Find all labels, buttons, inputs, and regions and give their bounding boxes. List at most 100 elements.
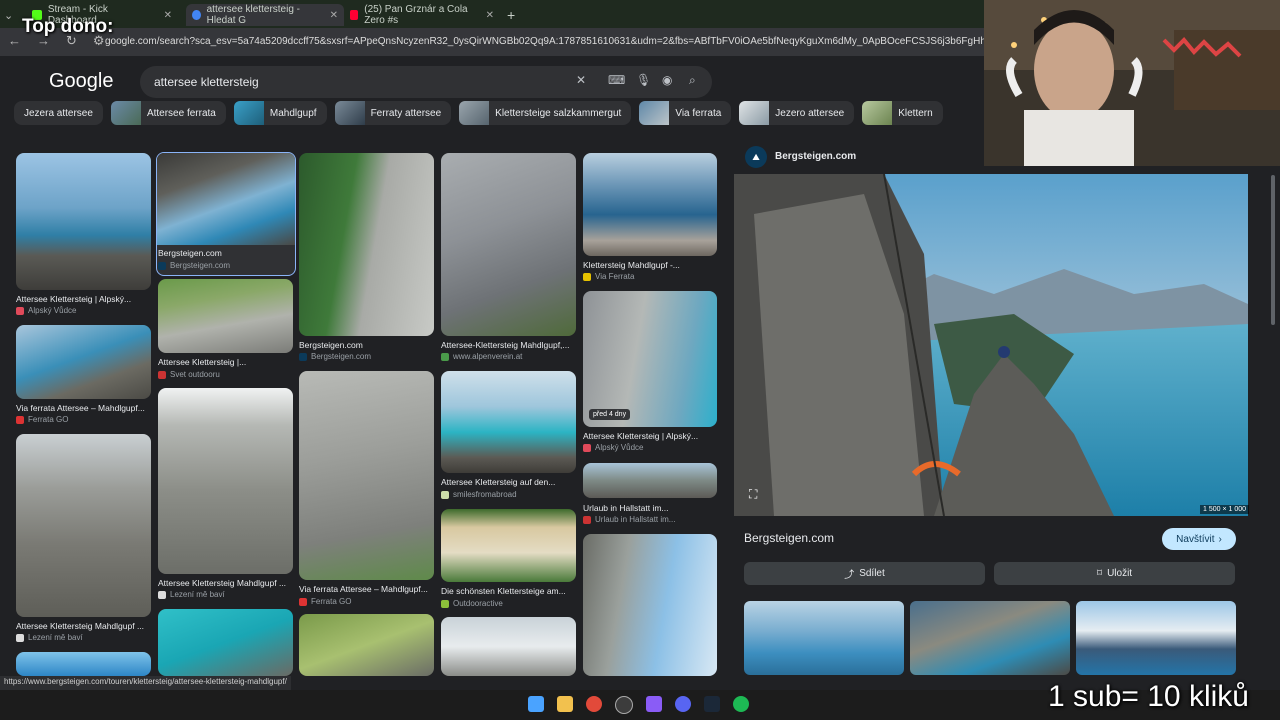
result-caption[interactable]: Bergsteigen.com <box>158 248 292 258</box>
result-caption[interactable]: Urlaub in Hallstatt im... <box>583 503 717 513</box>
source-favicon-icon <box>158 590 166 599</box>
share-label: Sdílet <box>859 568 885 579</box>
obs-icon[interactable] <box>615 696 633 714</box>
google-logo[interactable]: Google <box>49 70 114 93</box>
result-caption[interactable]: Attersee Klettersteig Mahdlgupf ... <box>158 578 293 588</box>
chip[interactable]: Mahdlgupf <box>233 101 327 125</box>
source-label: www.alpenverein.at <box>453 352 523 361</box>
result-image[interactable] <box>16 434 151 617</box>
search-input[interactable]: attersee klettersteig <box>154 75 259 89</box>
tab-google-search[interactable]: attersee klettersteig - Hledat G ✕ <box>186 4 344 26</box>
result-image[interactable] <box>441 617 576 676</box>
result-source[interactable]: Ferrata GO <box>299 597 351 606</box>
result-caption[interactable]: Attersee Klettersteig | Alpský... <box>16 294 151 304</box>
discord-icon[interactable] <box>675 696 691 712</box>
chip[interactable]: Jezero attersee <box>739 101 855 125</box>
new-tab-plus-icon[interactable]: + <box>507 4 515 26</box>
result-caption[interactable]: Attersee Klettersteig Mahdlgupf ... <box>16 621 151 631</box>
chrome-icon[interactable] <box>586 696 602 712</box>
result-source[interactable]: Svet outdooru <box>158 370 220 379</box>
related-image[interactable] <box>1076 601 1236 675</box>
camera-lens-icon[interactable]: ◉ <box>662 73 672 87</box>
result-image[interactable] <box>583 534 717 676</box>
result-image[interactable]: před 4 dny <box>583 291 717 427</box>
site-logo-icon[interactable]: ⛰ <box>745 146 767 168</box>
source-favicon-icon <box>158 261 166 270</box>
result-source[interactable]: www.alpenverein.at <box>441 352 522 361</box>
source-favicon-icon <box>441 599 449 608</box>
result-image[interactable] <box>16 652 151 676</box>
result-source[interactable]: Via Ferrata <box>583 272 634 281</box>
panel-title[interactable]: Bergsteigen.com <box>744 531 834 545</box>
chip[interactable]: Ferraty attersee <box>334 101 452 125</box>
source-label: Bergsteigen.com <box>170 261 231 270</box>
result-source[interactable]: Bergsteigen.com <box>158 261 230 270</box>
related-image[interactable] <box>910 601 1070 675</box>
tab-search-chevron-icon[interactable]: ⌄ <box>4 4 13 26</box>
chip[interactable]: Klettersteige salzkammergut <box>459 101 632 125</box>
visit-button[interactable]: Navštívit › <box>1162 528 1236 550</box>
result-caption[interactable]: Klettersteig Mahdlgupf -... <box>583 260 717 270</box>
close-icon[interactable]: ✕ <box>486 10 494 21</box>
preview-image[interactable] <box>734 174 1248 516</box>
close-icon[interactable]: ✕ <box>164 10 172 21</box>
tab-youtube[interactable]: (25) Pan Grznár a Cola Zero #s ✕ <box>350 4 494 26</box>
keyboard-icon[interactable]: ⌨ <box>608 73 625 87</box>
lens-icon[interactable]: ⛶ <box>749 487 757 502</box>
result-image[interactable] <box>158 388 293 574</box>
result-source[interactable]: Ferrata GO <box>16 415 68 424</box>
result-image[interactable] <box>441 509 576 582</box>
result-image[interactable] <box>158 279 293 353</box>
result-source[interactable]: Outdooractive <box>441 599 503 608</box>
result-caption[interactable]: Bergsteigen.com <box>299 340 434 350</box>
result-image[interactable] <box>583 153 717 256</box>
result-caption[interactable]: Attersee-Klettersteig Mahdlgupf,... <box>441 340 576 350</box>
result-caption[interactable]: Via ferrata Attersee – Mahdlgupf... <box>299 584 434 594</box>
related-image[interactable] <box>744 601 904 675</box>
chip-label: Attersee ferrata <box>146 107 216 119</box>
share-button[interactable]: ⤴ Sdílet <box>744 562 985 585</box>
result-image[interactable] <box>158 609 293 676</box>
spotify-icon[interactable] <box>733 696 749 712</box>
result-source[interactable]: smilesfromabroad <box>441 490 517 499</box>
result-source[interactable]: Alpský Vůdce <box>583 443 643 452</box>
result-image[interactable] <box>16 153 151 290</box>
source-label: Lezení mě baví <box>170 590 225 599</box>
back-arrow-icon[interactable]: ← <box>8 33 21 49</box>
source-label: Via Ferrata <box>595 272 635 281</box>
windows-start-icon[interactable] <box>528 696 544 712</box>
microphone-icon[interactable]: 🎙 <box>636 73 651 87</box>
result-image[interactable] <box>299 614 434 676</box>
result-source[interactable]: Lezení mě baví <box>16 633 83 642</box>
result-image[interactable] <box>583 463 717 498</box>
result-caption[interactable]: Die schönsten Klettersteige am... <box>441 586 576 596</box>
result-caption[interactable]: Attersee Klettersteig auf den... <box>441 477 576 487</box>
search-icon[interactable]: ⌕ <box>689 73 696 88</box>
steam-icon[interactable] <box>704 696 720 712</box>
result-source[interactable]: Alpský Vůdce <box>16 306 76 315</box>
twitch-icon[interactable] <box>646 696 662 712</box>
result-image[interactable] <box>441 371 576 473</box>
result-image[interactable] <box>299 153 434 336</box>
clear-icon[interactable]: ✕ <box>576 73 586 87</box>
result-image[interactable] <box>441 153 576 336</box>
result-image[interactable] <box>299 371 434 580</box>
chip[interactable]: Klettern <box>862 101 943 125</box>
result-image[interactable] <box>16 325 151 399</box>
result-image[interactable] <box>157 153 295 245</box>
panel-scrollbar[interactable] <box>1271 175 1275 325</box>
result-source[interactable]: Urlaub in Hallstatt im... <box>583 515 675 524</box>
url-field[interactable]: google.com/search?sca_esv=5a74a5209dccff… <box>105 36 985 47</box>
panel-site-name[interactable]: Bergsteigen.com <box>775 151 856 162</box>
result-caption[interactable]: Attersee Klettersteig | Alpský... <box>583 431 717 441</box>
result-caption[interactable]: Attersee Klettersteig |... <box>158 357 293 367</box>
result-source[interactable]: Bergsteigen.com <box>299 352 371 361</box>
result-caption[interactable]: Via ferrata Attersee – Mahdlgupf... <box>16 403 151 413</box>
save-button[interactable]: ⌑ Uložit <box>994 562 1235 585</box>
file-explorer-icon[interactable] <box>557 696 573 712</box>
result-source[interactable]: Lezení mě baví <box>158 590 225 599</box>
chip[interactable]: Via ferrata <box>639 101 732 125</box>
chip[interactable]: Attersee ferrata <box>110 101 226 125</box>
close-icon[interactable]: ✕ <box>330 10 338 21</box>
chip[interactable]: Jezera attersee <box>14 101 103 125</box>
